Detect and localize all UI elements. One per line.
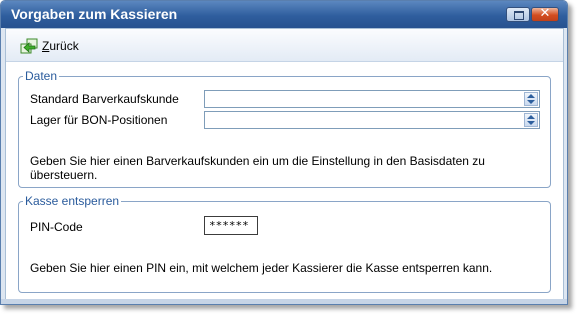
dialog-window: Vorgaben zum Kassieren ✕ Zurück Daten St… bbox=[0, 0, 568, 305]
daten-group: Daten Standard Barverkaufskunde Lager fü… bbox=[18, 69, 551, 188]
back-label: Zurück bbox=[42, 38, 79, 53]
warehouse-select[interactable] bbox=[204, 111, 540, 129]
title-bar[interactable]: Vorgaben zum Kassieren ✕ bbox=[1, 1, 567, 28]
close-button[interactable]: ✕ bbox=[531, 6, 559, 22]
back-button[interactable]: Zurück bbox=[20, 36, 83, 55]
window-bottom-border bbox=[1, 299, 567, 304]
kasse-legend: Kasse entsperren bbox=[23, 194, 122, 208]
pin-input[interactable]: ****** bbox=[204, 216, 258, 235]
kasse-group: Kasse entsperren PIN-Code ****** Geben S… bbox=[18, 194, 551, 293]
warehouse-label: Lager für BON-Positionen bbox=[30, 113, 168, 127]
restore-window-icon bbox=[514, 11, 524, 20]
close-icon: ✕ bbox=[539, 6, 551, 21]
warehouse-spinner[interactable] bbox=[524, 113, 538, 127]
restore-button[interactable] bbox=[506, 7, 530, 22]
kasse-hint: Geben Sie hier einen PIN ein, mit welche… bbox=[30, 261, 493, 275]
toolbar: Zurück bbox=[6, 29, 563, 62]
spinner-icon bbox=[527, 115, 535, 125]
spinner-icon bbox=[527, 94, 535, 104]
customer-select[interactable] bbox=[204, 90, 540, 108]
dialog-content: Zurück Daten Standard Barverkaufskunde L… bbox=[5, 28, 564, 301]
arrow-left-icon bbox=[20, 38, 38, 53]
daten-hint: Geben Sie hier einen Barverkaufskunden e… bbox=[30, 154, 485, 182]
window-title: Vorgaben zum Kassieren bbox=[11, 6, 178, 22]
customer-spinner[interactable] bbox=[524, 92, 538, 106]
customer-label: Standard Barverkaufskunde bbox=[30, 92, 179, 106]
daten-legend: Daten bbox=[23, 69, 60, 83]
pin-label: PIN-Code bbox=[30, 220, 83, 234]
